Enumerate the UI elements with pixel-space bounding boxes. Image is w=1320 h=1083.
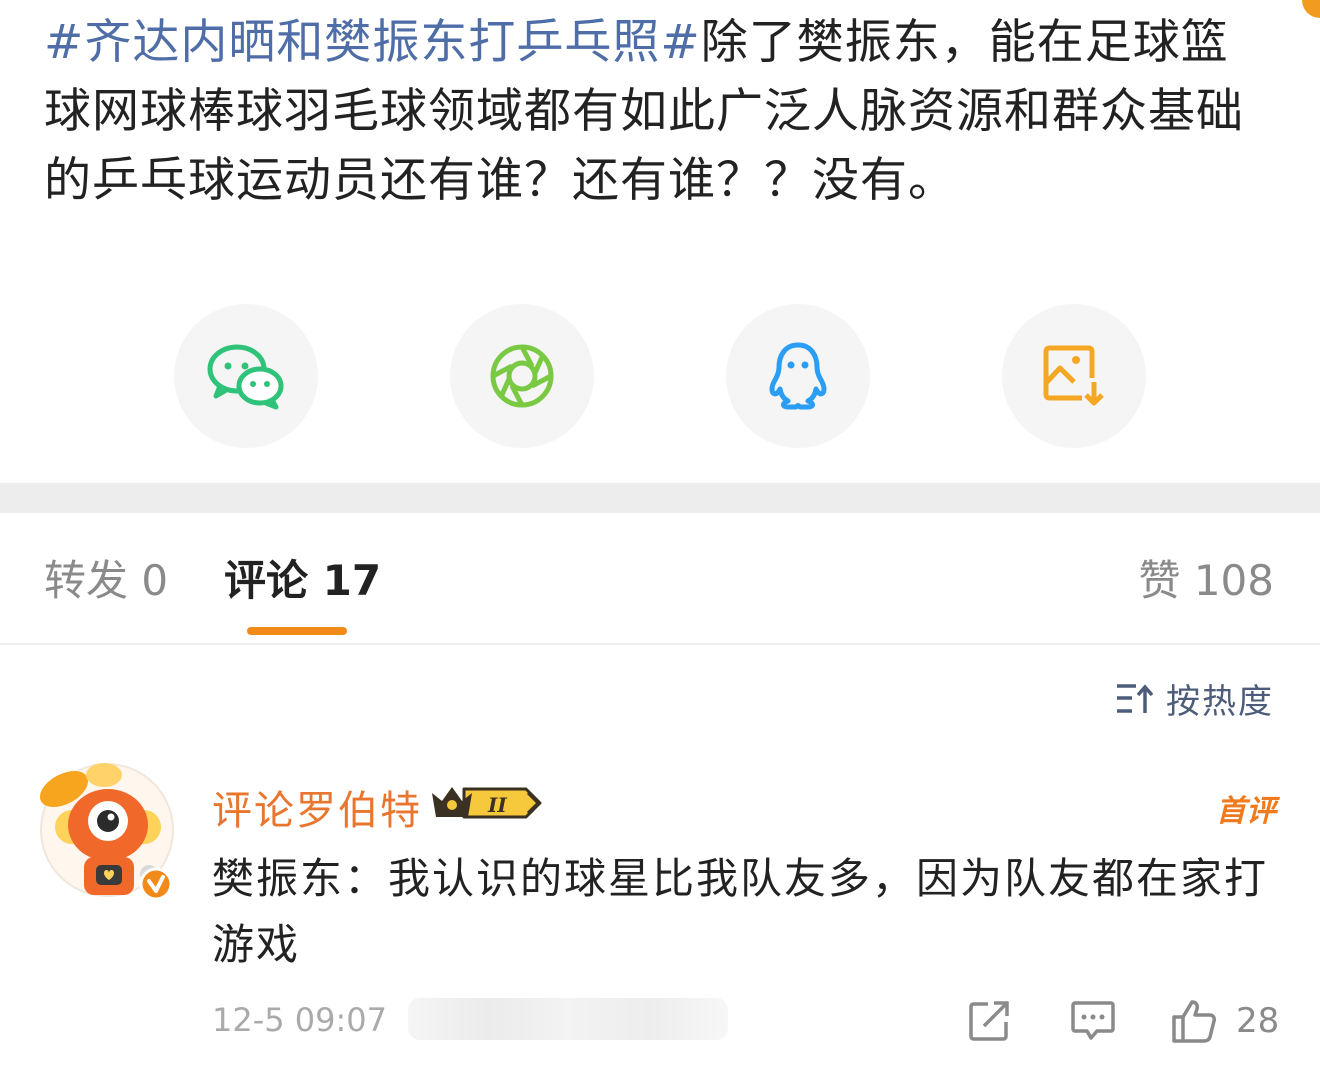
save-image-icon	[1043, 345, 1104, 406]
section-divider-band	[0, 483, 1320, 513]
tab-like[interactable]: 赞 108	[1138, 555, 1274, 607]
sort-label: 按热度	[1166, 682, 1274, 722]
sort-button[interactable]: 按热度	[1114, 674, 1274, 723]
member-level-text: II	[487, 793, 507, 817]
comment-like-count: 28	[1236, 1001, 1280, 1041]
comment-time: 12-5 09:07	[212, 1001, 388, 1039]
tabs-divider	[0, 643, 1320, 645]
verified-icon	[139, 867, 173, 901]
wechat-icon	[207, 344, 284, 410]
comment-text: 樊振东：我认识的球星比我队友多，因为队友都在家打游戏	[212, 854, 1269, 969]
comment-icon	[1071, 1001, 1115, 1040]
moments-icon	[490, 344, 554, 408]
qq-icon	[769, 342, 827, 410]
corner-indicator	[1302, 0, 1320, 18]
post-topic-link[interactable]: #齐达内晒和樊振东打乒乓照#	[44, 15, 701, 70]
share-out-icon	[969, 1001, 1009, 1041]
sort-icon	[1117, 683, 1154, 713]
avatar[interactable]	[32, 755, 182, 905]
active-tab-indicator	[247, 627, 347, 635]
like-comment-button[interactable]	[1170, 998, 1218, 1048]
interaction-tabs: 转发 0 评论 17 赞 108	[0, 513, 1320, 643]
share-comment-button[interactable]	[968, 998, 1012, 1046]
share-qq-button[interactable]	[726, 304, 870, 448]
tab-comment[interactable]: 评论 17	[224, 555, 381, 607]
save-image-button[interactable]	[1002, 304, 1146, 448]
member-crown-badge[interactable]: II	[428, 781, 546, 829]
share-moments-button[interactable]	[450, 304, 594, 448]
first-comment-tag: 首评	[1216, 794, 1276, 829]
tab-repost[interactable]: 转发 0	[44, 555, 168, 607]
share-wechat-button[interactable]	[174, 304, 318, 448]
blurred-location	[408, 998, 728, 1040]
comment-meta-row: 12-5 09:07 28	[212, 998, 1282, 1048]
reply-comment-button[interactable]	[1070, 998, 1116, 1046]
comment-user-name[interactable]: 评论罗伯特	[212, 778, 422, 836]
thumbs-up-icon	[1172, 1000, 1216, 1043]
post-body: #齐达内晒和樊振东打乒乓照#除了樊振东，能在足球篮球网球棒球羽毛球领域都有如此广…	[44, 8, 1276, 215]
share-row	[0, 304, 1320, 448]
